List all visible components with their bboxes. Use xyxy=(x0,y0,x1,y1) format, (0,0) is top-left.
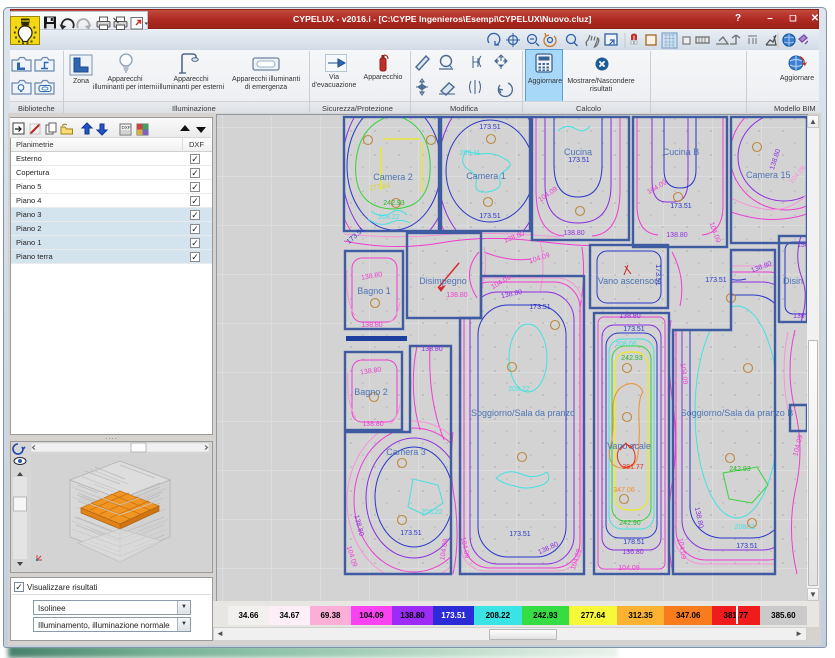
svg-text:208.22: 208.22 xyxy=(508,386,530,393)
svg-text:Camera 15: Camera 15 xyxy=(746,170,791,180)
svg-text:138.80: 138.80 xyxy=(361,322,383,329)
svg-text:Vano ascensore: Vano ascensore xyxy=(598,276,662,286)
svg-text:173.51: 173.51 xyxy=(509,531,531,538)
svg-text:Camera 1: Camera 1 xyxy=(466,171,506,181)
svg-text:173.51: 173.51 xyxy=(479,213,501,220)
svg-text:DXF: DXF xyxy=(122,125,131,130)
svg-text:Camera 2: Camera 2 xyxy=(373,172,413,182)
svg-text:Disimpegno: Disimpegno xyxy=(419,276,467,286)
svg-text:Soggiorno/Sala da pranzo: Soggiorno/Sala da pranzo xyxy=(471,408,575,418)
svg-text:173.51: 173.51 xyxy=(654,264,661,286)
svg-text:Bagno 1: Bagno 1 xyxy=(357,286,391,296)
svg-text:208.22: 208.22 xyxy=(421,509,443,516)
svg-text:Camera 3: Camera 3 xyxy=(386,447,426,457)
svg-text:138.80: 138.80 xyxy=(563,230,585,237)
svg-text:208.06: 208.06 xyxy=(615,341,637,348)
svg-text:173.51: 173.51 xyxy=(670,203,692,210)
svg-text:381.77: 381.77 xyxy=(622,464,644,471)
svg-text:Bagno 2: Bagno 2 xyxy=(354,387,388,397)
svg-text:173.51: 173.51 xyxy=(568,157,590,164)
svg-text:173.51: 173.51 xyxy=(736,543,758,550)
svg-text:138.80: 138.80 xyxy=(446,292,468,299)
svg-text:Soggiorno/Sala da pranzo B: Soggiorno/Sala da pranzo B xyxy=(681,408,794,418)
svg-text:138.80: 138.80 xyxy=(421,346,443,353)
svg-text:173.51: 173.51 xyxy=(400,530,422,537)
svg-text:138.80: 138.80 xyxy=(362,421,384,428)
svg-text:138.80: 138.80 xyxy=(666,232,688,239)
svg-text:Disin: Disin xyxy=(783,276,803,286)
svg-text:136.80: 136.80 xyxy=(622,549,644,556)
svg-text:242.90: 242.90 xyxy=(619,520,641,527)
svg-text:173.51: 173.51 xyxy=(623,326,645,333)
svg-text:138: 138 xyxy=(797,242,807,249)
svg-text:173.51: 173.51 xyxy=(479,124,501,131)
svg-text:Cucina B: Cucina B xyxy=(663,147,700,157)
svg-text:138: 138 xyxy=(793,313,805,320)
svg-text:242.93: 242.93 xyxy=(621,355,643,362)
svg-text:178.51: 178.51 xyxy=(623,539,645,546)
svg-text:208.22: 208.22 xyxy=(378,214,400,221)
svg-text:242.93: 242.93 xyxy=(383,200,405,207)
svg-text:Cucina: Cucina xyxy=(564,147,592,157)
svg-text:138.80: 138.80 xyxy=(619,313,641,320)
svg-text:104.09: 104.09 xyxy=(618,565,640,572)
svg-text:208.11: 208.11 xyxy=(460,150,481,157)
svg-text:347.06: 347.06 xyxy=(613,487,635,494)
svg-text:173.51: 173.51 xyxy=(705,277,727,284)
svg-text:Vano scale: Vano scale xyxy=(607,441,651,451)
svg-text:242.93: 242.93 xyxy=(729,466,751,473)
svg-text:208.11: 208.11 xyxy=(735,524,756,531)
svg-text:173.51: 173.51 xyxy=(529,304,551,311)
